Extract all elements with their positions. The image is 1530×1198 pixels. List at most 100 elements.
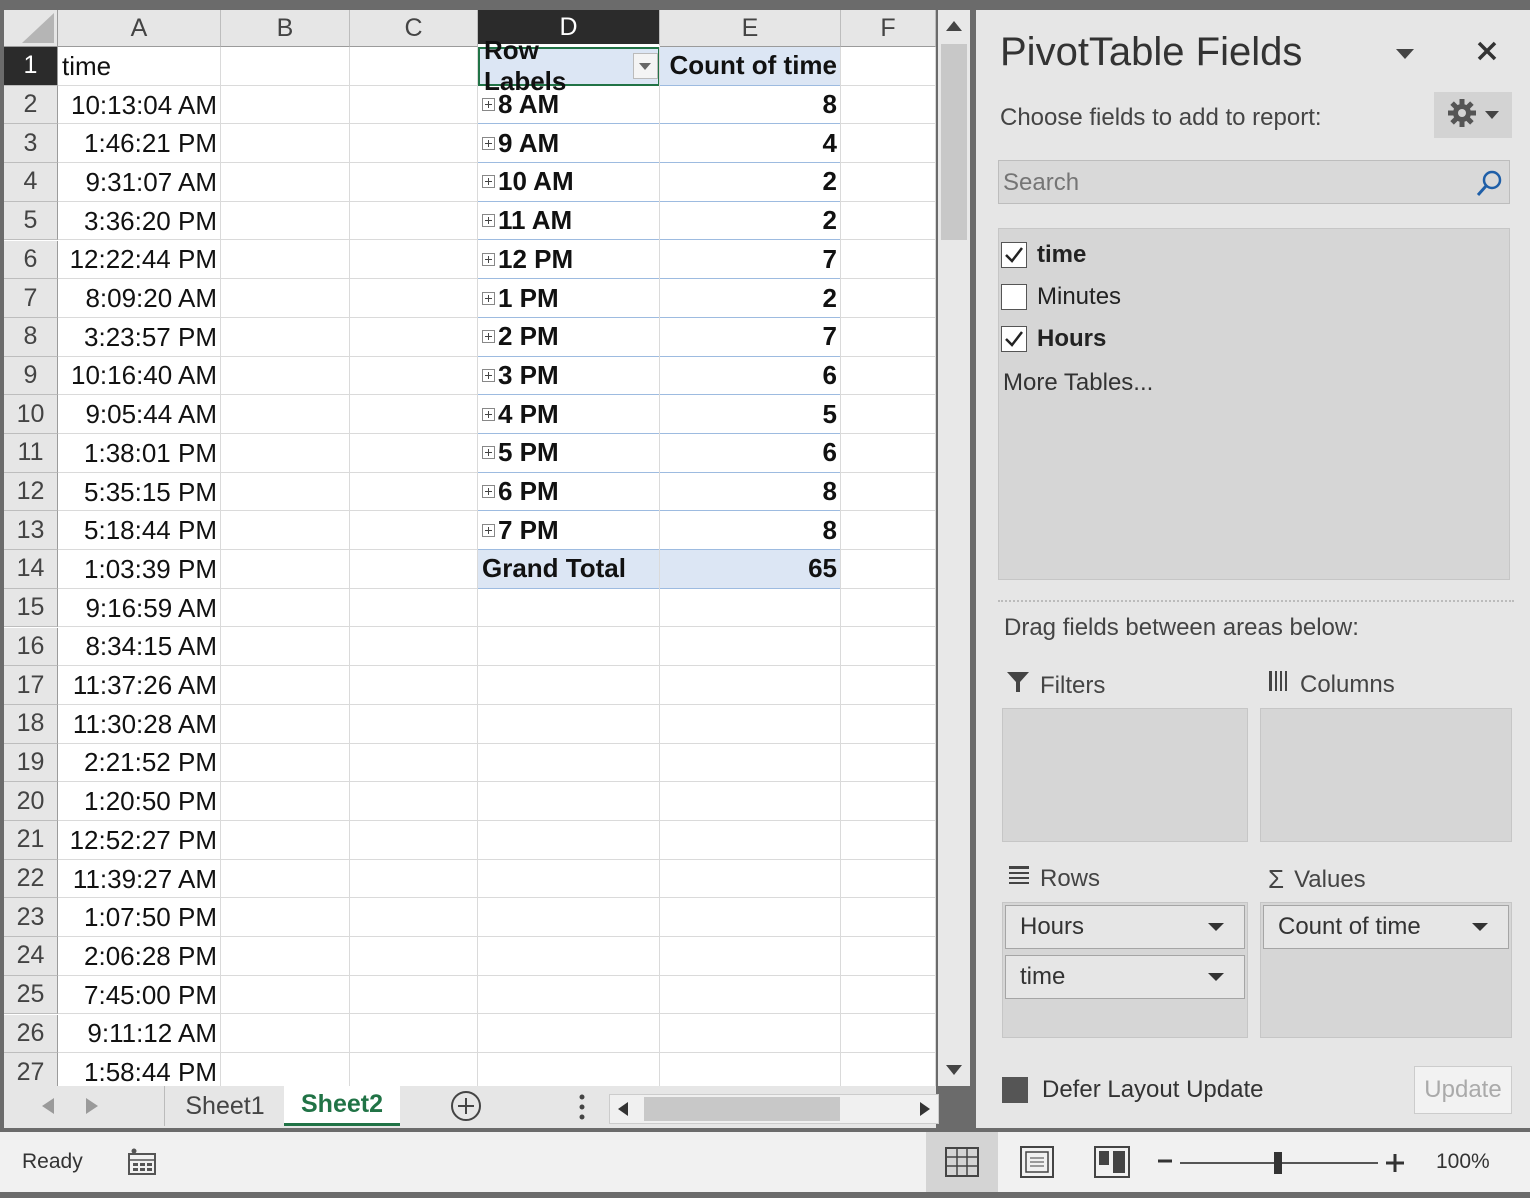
expand-icon[interactable] xyxy=(482,446,495,460)
expand-icon[interactable] xyxy=(482,175,495,189)
row-header[interactable]: 13 xyxy=(4,511,58,551)
values-field-count-of-time[interactable]: Count of time xyxy=(1263,905,1509,949)
field-checkbox[interactable] xyxy=(1001,284,1027,310)
values-drop-area[interactable]: Count of time xyxy=(1260,902,1512,1038)
cell-time-value[interactable]: 2:06:28 PM xyxy=(58,937,221,976)
pivot-row-label[interactable]: 4 PM xyxy=(478,395,660,434)
row-header[interactable]: 10 xyxy=(4,395,58,434)
pivot-row-count[interactable]: 7 xyxy=(660,241,841,280)
row-header[interactable]: 4 xyxy=(4,163,58,202)
cell-time-value[interactable]: 3:23:57 PM xyxy=(58,318,221,357)
row-header[interactable]: 12 xyxy=(4,472,58,512)
expand-icon[interactable] xyxy=(482,330,495,344)
row-header[interactable]: 11 xyxy=(4,434,58,473)
expand-icon[interactable] xyxy=(482,291,495,305)
pivot-row-labels-header[interactable]: Row Labels xyxy=(478,35,660,96)
filter-dropdown-icon[interactable] xyxy=(632,53,658,80)
worksheet-grid[interactable]: ABCDEF 1 time 2 10:13:04 AM 3 1:46:21 PM 4 9:31… xyxy=(4,10,936,1086)
field-checkbox[interactable] xyxy=(1001,242,1027,268)
pivot-row-count[interactable]: 4 xyxy=(660,124,841,164)
row-header[interactable]: 24 xyxy=(4,937,58,976)
page-layout-view-icon[interactable] xyxy=(1020,1146,1054,1183)
row-header[interactable]: 1 xyxy=(4,47,58,86)
pivot-row-count[interactable]: 6 xyxy=(660,434,841,473)
row-header[interactable]: 3 xyxy=(4,124,58,164)
field-search-box[interactable] xyxy=(998,160,1510,204)
pivot-row-count[interactable]: 2 xyxy=(660,202,841,241)
cell-time-value[interactable]: 11:39:27 AM xyxy=(58,860,221,899)
column-header-f[interactable]: F xyxy=(841,10,936,47)
pivot-row-label[interactable]: 8 AM xyxy=(478,86,660,125)
tab-sheet2[interactable]: Sheet2 xyxy=(284,1086,400,1126)
cell-time-value[interactable]: 9:11:12 AM xyxy=(58,1015,221,1054)
zoom-out-icon[interactable] xyxy=(1156,1152,1174,1175)
filters-drop-area[interactable] xyxy=(1002,708,1248,842)
pivot-grand-total-value[interactable]: 65 xyxy=(660,550,841,589)
cell-time-value[interactable]: 8:34:15 AM xyxy=(58,628,221,667)
row-header[interactable]: 22 xyxy=(4,859,58,899)
cell-time-value[interactable]: 9:05:44 AM xyxy=(58,395,221,434)
vertical-scrollbar[interactable] xyxy=(938,10,970,1086)
more-tables-link[interactable]: More Tables... xyxy=(1003,369,1153,397)
row-header[interactable]: 19 xyxy=(4,743,58,783)
pivot-row-label[interactable]: 11 AM xyxy=(478,202,660,241)
row-header[interactable]: 2 xyxy=(4,85,58,125)
row-header[interactable]: 14 xyxy=(4,550,58,589)
defer-layout-checkbox[interactable] xyxy=(1002,1077,1028,1103)
pivot-row-count[interactable]: 2 xyxy=(660,163,841,202)
cell-time-value[interactable]: 1:58:44 PM xyxy=(58,1053,221,1086)
column-header-e[interactable]: E xyxy=(660,10,841,47)
cell-time-value[interactable]: 1:03:39 PM xyxy=(58,550,221,589)
rows-field-time[interactable]: time xyxy=(1005,955,1245,999)
tools-button[interactable] xyxy=(1434,92,1512,138)
pivot-row-label[interactable]: 3 PM xyxy=(478,357,660,396)
normal-view-icon[interactable] xyxy=(926,1132,998,1192)
vertical-scroll-thumb[interactable] xyxy=(941,44,967,240)
cell-time-value[interactable]: 3:36:20 PM xyxy=(58,202,221,241)
scroll-down-icon[interactable] xyxy=(938,1054,970,1086)
column-header-c[interactable]: C xyxy=(350,10,478,47)
tab-sheet1[interactable]: Sheet1 xyxy=(164,1086,285,1126)
row-header[interactable]: 16 xyxy=(4,627,58,667)
column-header-a[interactable]: A xyxy=(58,10,221,47)
cell-time-value[interactable]: 9:16:59 AM xyxy=(58,589,221,628)
columns-drop-area[interactable] xyxy=(1260,708,1512,842)
row-header[interactable]: 26 xyxy=(4,1014,58,1054)
pivot-row-count[interactable]: 7 xyxy=(660,318,841,357)
cell-time-value[interactable]: 2:21:52 PM xyxy=(58,744,221,783)
pivot-row-label[interactable]: 6 PM xyxy=(478,473,660,512)
row-header[interactable]: 15 xyxy=(4,588,58,628)
expand-icon[interactable] xyxy=(482,485,495,499)
chevron-down-icon[interactable] xyxy=(1472,923,1488,931)
row-header[interactable]: 17 xyxy=(4,666,58,705)
row-header[interactable]: 23 xyxy=(4,898,58,938)
field-item-time[interactable]: time xyxy=(1001,237,1086,273)
cell-time-value[interactable]: 12:22:44 PM xyxy=(58,241,221,280)
row-header[interactable]: 18 xyxy=(4,704,58,744)
page-break-preview-icon[interactable] xyxy=(1094,1146,1130,1183)
pivot-row-count[interactable]: 5 xyxy=(660,395,841,434)
pivot-row-count[interactable]: 8 xyxy=(660,473,841,512)
cell-time-value[interactable]: 11:30:28 AM xyxy=(58,705,221,744)
chevron-down-icon[interactable] xyxy=(1208,923,1224,931)
cell-time-value[interactable]: 5:35:15 PM xyxy=(58,473,221,512)
row-header[interactable]: 8 xyxy=(4,317,58,357)
expand-icon[interactable] xyxy=(482,368,495,382)
row-header[interactable]: 5 xyxy=(4,201,58,241)
expand-icon[interactable] xyxy=(482,523,495,537)
more-options-icon[interactable] xyxy=(578,1094,586,1125)
pivot-row-label[interactable]: 1 PM xyxy=(478,279,660,318)
zoom-slider-thumb[interactable] xyxy=(1274,1152,1282,1174)
tab-scroll-left-icon[interactable] xyxy=(42,1098,54,1119)
row-header[interactable]: 27 xyxy=(4,1053,58,1086)
search-icon[interactable] xyxy=(1475,169,1503,202)
pivot-values-header[interactable]: Count of time xyxy=(660,47,841,86)
expand-icon[interactable] xyxy=(482,252,495,266)
cell-time-value[interactable]: 5:18:44 PM xyxy=(58,511,221,550)
pivot-row-label[interactable]: 10 AM xyxy=(478,163,660,202)
column-header-b[interactable]: B xyxy=(221,10,350,47)
cell-time-value[interactable]: 11:37:26 AM xyxy=(58,666,221,705)
cell-time-value[interactable]: 12:52:27 PM xyxy=(58,821,221,860)
row-header[interactable]: 20 xyxy=(4,782,58,821)
field-checkbox[interactable] xyxy=(1001,326,1027,352)
